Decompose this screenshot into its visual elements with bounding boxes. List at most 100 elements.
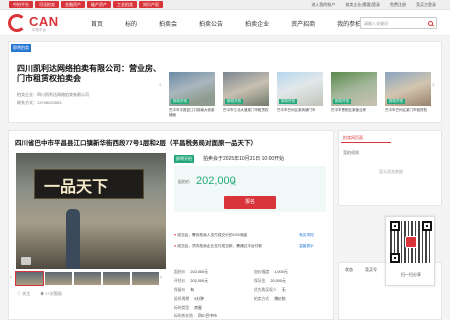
thumb-status: 即将开拍 <box>279 99 297 104</box>
tips-link[interactable]: 温馨提示 <box>299 244 314 249</box>
category-tags: 中拍平台 司法拍卖 金融资产 破产资产 工业拍卖 知识产权 <box>9 1 163 8</box>
film-prev-icon[interactable]: ‹ <box>10 275 12 281</box>
main-nav: 首页 标的 拍卖会 拍卖公告 拍卖企业 资产招商 我的参拍 <box>80 10 372 36</box>
film-thumb[interactable] <box>103 272 130 285</box>
empty-state: 暂无相关数据 <box>379 169 403 174</box>
starting-price: 202,000 <box>196 175 236 187</box>
camera-icon[interactable] <box>21 257 31 265</box>
nav-companies[interactable]: 拍卖企业 <box>234 19 280 28</box>
price-label: 起拍价 <box>178 179 190 184</box>
photo-filmstrip <box>15 271 159 286</box>
register-link[interactable]: 免费注册 <box>390 2 406 8</box>
tab-bidding-notes[interactable]: 竞拍须知 <box>341 150 359 156</box>
carousel-thumb[interactable]: 即将开拍 <box>223 72 269 106</box>
nav-auctions[interactable]: 拍卖会 <box>148 19 188 28</box>
carousel-thumb[interactable]: 即将开拍 <box>169 72 215 106</box>
thumb-caption: 巴中市巴州区某商铺门市 <box>277 108 316 112</box>
nav-home[interactable]: 首页 <box>80 19 114 28</box>
tag-industry[interactable]: 工业拍卖 <box>113 1 137 8</box>
col-status: 状态 <box>345 267 353 272</box>
carousel-company: 拍卖企业：四川凯利达网络拍卖有限公司 <box>17 92 89 97</box>
status-badge: 即将开拍 <box>174 155 194 163</box>
kv-increment: 加价幅度 1,000元 <box>254 270 288 274</box>
carousel-next-icon[interactable]: › <box>432 80 438 90</box>
carousel-thumb[interactable]: 即将开拍 <box>277 72 323 106</box>
kv-type: 标的类型 房屋 <box>174 306 202 310</box>
kv-deposit: 保证金 20,000元 <box>254 279 286 283</box>
brand-name: CAN <box>29 14 59 29</box>
search-input[interactable]: 请输入关键词 <box>361 18 436 30</box>
top-bar: 中拍平台 司法拍卖 金融资产 破产资产 工业拍卖 知识产权 进入我的账户 拍卖企… <box>0 0 450 10</box>
tag-platform[interactable]: 中拍平台 <box>9 1 33 8</box>
tag-judicial[interactable]: 司法拍卖 <box>35 1 59 8</box>
bidder-login-link[interactable]: 竞买方登录 <box>416 2 436 8</box>
kv-extension: 延时周期 5分钟 <box>174 297 204 301</box>
film-thumb[interactable] <box>15 271 44 286</box>
thumb-caption: 巴中市平昌县江口镇南大街某铺面 <box>169 108 215 117</box>
my-account-link[interactable]: 进入我的账户 <box>311 2 335 8</box>
film-thumb[interactable] <box>45 272 72 285</box>
carousel-title[interactable]: 四川凯利达网络拍卖有限公司：营业房、门市租赁权拍卖会 <box>17 64 165 84</box>
carousel-prev-icon[interactable]: ‹ <box>159 80 165 90</box>
qr-logo-icon <box>405 236 417 248</box>
notice-commission: ● 成交后，需向拍卖人支付成交价的10%佣金 <box>174 233 248 237</box>
thumb-status: 即将开拍 <box>387 99 405 104</box>
kv-location: 标的所在地 四川巴中市 <box>174 314 217 318</box>
search-icon[interactable] <box>428 21 433 26</box>
notice-payment-text: 成交后，须向拍卖企业支付成交款，需通过平台付款 <box>177 244 263 248</box>
brand-logo[interactable]: CAN 中拍平台 <box>6 12 76 36</box>
side-panel: 拍卖网页面 竞拍须知 暂无相关数据 <box>338 130 442 206</box>
kv-appraisal: 评估价 202,000元 <box>174 279 208 283</box>
lot-detail-panel: 四川省巴中市平昌县江口镇新华街西段77号1层和2层（平昌税务局对面原一品天下） … <box>8 130 334 320</box>
thumb-caption: 巴中市巴州区某门市租赁权 <box>385 108 427 112</box>
tag-ip[interactable]: 知识产权 <box>139 1 163 8</box>
header: CAN 中拍平台 首页 标的 拍卖会 拍卖公告 拍卖企业 资产招商 我的参拍 请… <box>0 10 450 36</box>
notice-commission-text: 成交后，需向拍卖人支付成交价的10%佣金 <box>177 233 248 237</box>
thumb-status: 即将开拍 <box>333 99 351 104</box>
bidding-rules-link[interactable]: 竞买须知 <box>299 233 314 238</box>
brand-sub: 中拍平台 <box>32 28 46 32</box>
carousel-thumbs: 即将开拍 即将开拍 即将开拍 即将开拍 即将开拍 <box>169 72 431 106</box>
price-box: 起拍价 202,000 元 报名 <box>174 166 326 212</box>
film-next-icon[interactable]: › <box>160 275 162 281</box>
tag-bankruptcy[interactable]: 破产资产 <box>87 1 111 8</box>
lot-photo[interactable]: 一品天下 <box>16 153 166 269</box>
thumb-caption: 巴中市江北大道某门市租赁权 <box>223 108 269 112</box>
thumb-caption: 巴中市恩阳区某营业房 <box>331 108 366 112</box>
col-bid-number: 竞买号 <box>365 267 377 272</box>
follow-label: 关注 <box>22 291 31 296</box>
nav-lots[interactable]: 标的 <box>114 19 148 28</box>
qr-corner <box>390 253 400 263</box>
view-count-label: 17次围观 <box>45 291 62 296</box>
carousel-thumb[interactable]: 即将开拍 <box>331 72 377 106</box>
carousel-badge: 即将拍卖 <box>11 44 31 52</box>
signup-button[interactable]: 报名 <box>224 196 276 209</box>
film-thumb[interactable] <box>132 272 159 285</box>
tab-auction-page[interactable]: 拍卖网页面 <box>341 133 391 143</box>
carousel-thumb[interactable]: 即将开拍 <box>385 72 431 106</box>
qr-share-popup: 扫一扫分享 <box>385 216 435 286</box>
qr-corner <box>390 221 400 231</box>
account-links: 进入我的账户 拍卖企业(需要)登录 免费注册 竞买方登录 <box>311 2 436 8</box>
film-thumb[interactable] <box>74 272 101 285</box>
company-login-link[interactable]: 拍卖企业(需要)登录 <box>345 2 380 8</box>
auction-carousel: 即将拍卖 四川凯利达网络拍卖有限公司：营业房、门市租赁权拍卖会 拍卖企业：四川凯… <box>8 41 442 123</box>
view-count: ◉ 17次围观 <box>40 291 62 296</box>
search-box[interactable]: 请输入关键词 <box>360 17 437 29</box>
kv-start-price: 起拍价 202,000元 <box>174 270 208 274</box>
tag-finance[interactable]: 金融资产 <box>61 1 85 8</box>
nav-asset-investment[interactable]: 资产招商 <box>280 19 326 28</box>
thumb-status: 即将开拍 <box>225 99 243 104</box>
nav-announcements[interactable]: 拍卖公告 <box>188 19 234 28</box>
notice-payment: ● 成交后，须向拍卖企业支付成交款，需通过平台付款 <box>174 244 263 248</box>
follow-button[interactable]: ♡ 关注 <box>17 291 30 297</box>
price-unit: 元 <box>231 181 237 187</box>
shop-sign-text: 一品天下 <box>44 177 109 196</box>
lot-footer: ♡ 关注 ◉ 17次围观 <box>17 291 62 297</box>
kv-priority: 优先购买权人无 <box>254 288 286 292</box>
carousel-contact: 联系方式：13798020553 <box>17 100 62 105</box>
qr-corner <box>422 221 432 231</box>
person-figure <box>66 209 80 269</box>
logo-icon <box>8 14 26 32</box>
auction-time: 拍卖会于2025年10月31日 10:00开始 <box>203 156 285 162</box>
